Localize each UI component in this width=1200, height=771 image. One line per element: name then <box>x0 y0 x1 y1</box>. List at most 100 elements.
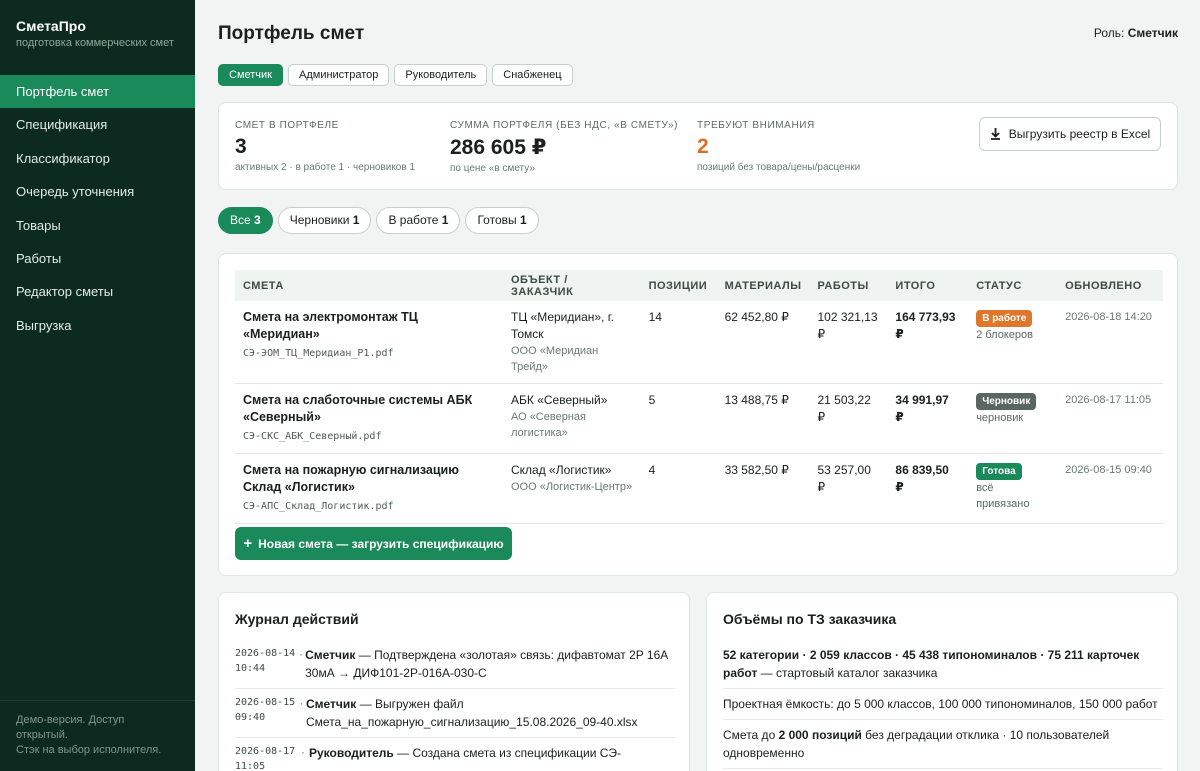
log-timestamp: 2026-08-15 09:40 <box>235 697 296 723</box>
sidebar-item[interactable]: Товары <box>0 209 195 242</box>
status-note: черновик <box>976 412 1024 424</box>
new-estimate-button[interactable]: + Новая смета — загрузить спецификацию <box>235 527 512 560</box>
filter-chip[interactable]: Черновики 1 <box>277 207 372 234</box>
log-actor: Сметчик <box>306 697 357 711</box>
column-header: СТАТУС <box>976 279 1022 292</box>
customer-name: ООО «Логистик-Центр» <box>510 481 633 493</box>
log-bullet: · <box>299 696 304 710</box>
cell-total: 86 839,50 ₽ <box>887 453 969 524</box>
volumes-title: Объёмы по ТЗ заказчика <box>723 611 897 627</box>
volume-highlight: 2 000 позиций <box>778 728 862 742</box>
log-timestamp: 2026-08-17 11:05 <box>235 746 296 771</box>
cell-status: Черновик черновик <box>968 383 1058 454</box>
role-tab[interactable]: Сметчик <box>218 64 283 86</box>
estimate-name[interactable]: Смета на слаботочные системы АБК «Северн… <box>243 392 495 426</box>
estimates-table-card: СМЕТА ОБЪЕКТ / ЗАКАЗЧИК ПОЗИЦИИ МАТЕРИАЛЫ РА… <box>218 253 1178 576</box>
cell-updated: 2026-08-17 11:05 <box>1057 383 1163 454</box>
log-message: — Создана смета из спецификации СЭ- <box>397 746 621 760</box>
cell-estimate: Смета на электромонтаж ТЦ «Меридиан» СЭ-Э… <box>235 301 503 384</box>
log-entry: 2026-08-14 10:44 · Сметчик — Подтверждена … <box>235 640 675 689</box>
sidebar-footer-line1: Демо-версия. Доступ открытый. <box>16 714 125 741</box>
column-header: ОБНОВЛЕНО <box>1065 279 1142 292</box>
estimate-name[interactable]: Смета на электромонтаж ТЦ «Меридиан» <box>243 309 495 343</box>
cell-works: 102 321,13 ₽ <box>809 301 888 384</box>
role-tab[interactable]: Администратор <box>288 64 390 86</box>
status-badge: Черновик <box>976 393 1037 410</box>
role-switcher: Сметчик Администратор Руководитель Снабжене… <box>218 64 573 86</box>
estimate-file: СЭ-ЭОМ_ТЦ_Меридиан_Р1.pdf <box>243 348 394 359</box>
stat-label: СМЕТ В ПОРТФЕЛЕ <box>235 120 339 131</box>
sidebar-item[interactable]: Выгрузка <box>0 309 195 342</box>
cell-total: 34 991,97 ₽ <box>887 383 969 454</box>
sidebar-item[interactable]: Классификатор <box>0 142 195 175</box>
filter-chip[interactable]: Готовы 1 <box>465 207 539 234</box>
brand-name: СметаПро <box>16 18 86 34</box>
object-name: ТЦ «Меридиан», г. Томск <box>510 310 614 341</box>
filter-chip[interactable]: Все 3 <box>218 207 273 234</box>
filter-label: Готовы <box>477 213 517 227</box>
filter-chip[interactable]: В работе 1 <box>376 207 461 234</box>
export-registry-button[interactable]: Выгрузить реестр в Excel <box>979 117 1161 151</box>
stat-note: активных 2 · в работе 1 · черновиков 1 <box>235 162 416 173</box>
sidebar-nav: Портфель смет Спецификация Классификатор Оч… <box>0 75 195 342</box>
volume-text: — стартовый каталог заказчика <box>757 666 938 680</box>
role-value: Сметчик <box>1127 26 1178 40</box>
cell-positions: 4 <box>640 453 717 524</box>
volume-text: Проектная ёмкость: до 5 000 классов, 100… <box>723 697 1158 711</box>
column-header: МАТЕРИАЛЫ <box>724 279 802 292</box>
log-message: — Подтверждена «золотая» связь: дифавтом… <box>305 648 668 680</box>
filter-label: Черновики <box>289 213 350 227</box>
activity-log-list: 2026-08-14 10:44 · Сметчик — Подтверждена … <box>235 640 675 771</box>
stat-estimates: СМЕТ В ПОРТФЕЛЕ 3 активных 2 · в работе … <box>235 120 415 173</box>
status-note: 2 блокеров <box>976 329 1033 341</box>
cell-object: Склад «Логистик» ООО «Логистик-Центр» <box>502 453 641 524</box>
stat-portfolio-sum: СУММА ПОРТФЕЛЯ (БЕЗ НДС, «В СМЕТУ») 286 … <box>450 120 678 174</box>
cell-updated: 2026-08-18 14:20 <box>1057 301 1163 384</box>
table-row[interactable]: Смета на слаботочные системы АБК «Северн… <box>235 383 1163 454</box>
log-text: Сметчик — Подтверждена «золотая» связь: … <box>305 646 675 682</box>
stat-value: 2 <box>697 135 709 158</box>
new-estimate-label: Новая смета — загрузить спецификацию <box>258 536 504 551</box>
column-header: ОБЪЕКТ / ЗАКАЗЧИК <box>510 273 574 298</box>
role-tab[interactable]: Руководитель <box>394 64 488 86</box>
export-button-label: Выгрузить реестр в Excel <box>1008 127 1151 141</box>
volume-row: Проектная ёмкость: до 5 000 классов, 100… <box>723 689 1163 720</box>
table-body: Смета на электромонтаж ТЦ «Меридиан» СЭ-Э… <box>235 301 1163 524</box>
log-entry: 2026-08-17 11:05 · Руководитель — Создана … <box>235 738 675 771</box>
cell-works: 53 257,00 ₽ <box>809 453 888 524</box>
volume-prefix: Смета до <box>723 728 779 742</box>
filter-count: 1 <box>519 213 527 227</box>
log-timestamp: 2026-08-14 10:44 <box>235 648 296 674</box>
cell-positions: 5 <box>640 383 717 454</box>
sidebar-item[interactable]: Работы <box>0 242 195 275</box>
role-tab[interactable]: Снабженец <box>492 64 573 86</box>
status-note: всё привязано <box>976 482 1030 510</box>
table-row[interactable]: Смета на электромонтаж ТЦ «Меридиан» СЭ-Э… <box>235 301 1163 384</box>
download-icon <box>990 128 1000 140</box>
cell-updated: 2026-08-15 09:40 <box>1057 453 1163 524</box>
sidebar-item[interactable]: Очередь уточнения <box>0 175 195 208</box>
object-name: Склад «Логистик» <box>510 463 612 477</box>
table-row[interactable]: Смета на пожарную сигнализацию Склад «Ло… <box>235 453 1163 524</box>
status-filters: Все 3 Черновики 1В работе 1 Готовы 1 <box>218 207 539 234</box>
stat-value: 3 <box>235 135 247 158</box>
column-header: ИТОГО <box>895 279 936 292</box>
volume-row: Смета до 2 000 позиций без деградации от… <box>723 720 1163 769</box>
table-header: СМЕТА ОБЪЕКТ / ЗАКАЗЧИК ПОЗИЦИИ МАТЕРИАЛЫ РА… <box>235 270 1163 301</box>
sidebar-item[interactable]: Спецификация <box>0 108 195 141</box>
log-text: Сметчик — Выгружен файл Смета_на_пожарну… <box>306 695 675 731</box>
brand: СметаПро подготовка коммерческих смет <box>16 18 174 49</box>
log-entry: 2026-08-15 09:40 · Сметчик — Выгружен файл… <box>235 689 675 738</box>
estimate-file: СЭ-АПС_Склад_Логистик.pdf <box>243 501 394 512</box>
estimate-file: СЭ-СКС_АБК_Северный.pdf <box>243 431 382 442</box>
cell-total: 164 773,93 ₽ <box>887 301 969 384</box>
sidebar-footer: Демо-версия. Доступ открытый. Стэк на вы… <box>0 700 195 758</box>
sidebar-item[interactable]: Портфель смет <box>0 75 195 109</box>
stat-note: по цене «в смету» <box>450 163 535 174</box>
estimate-name[interactable]: Смета на пожарную сигнализацию Склад «Ло… <box>243 462 495 496</box>
sidebar-item[interactable]: Редактор сметы <box>0 275 195 308</box>
status-badge: В работе <box>976 310 1033 327</box>
estimates-table: СМЕТА ОБЪЕКТ / ЗАКАЗЧИК ПОЗИЦИИ МАТЕРИАЛЫ РА… <box>235 270 1163 524</box>
volume-row: 52 категории · 2 059 классов · 45 438 ти… <box>723 640 1163 689</box>
cell-works: 21 503,22 ₽ <box>809 383 888 454</box>
